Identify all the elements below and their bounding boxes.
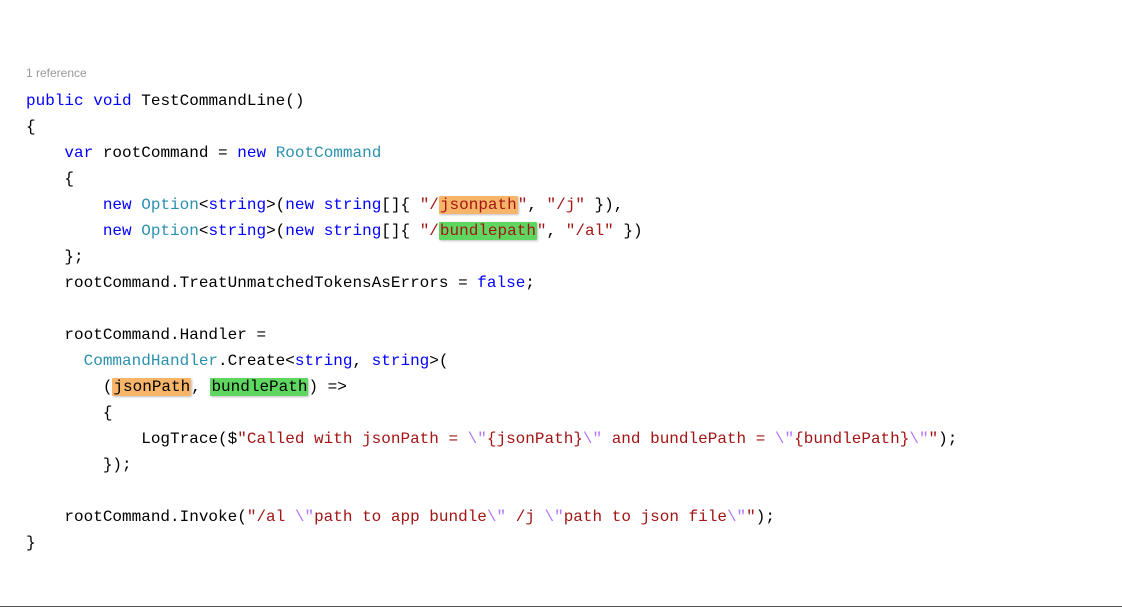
code-line[interactable]: LogTrace($"Called with jsonPath = \"{jso… [26,426,1122,452]
escape-char: \" [545,508,564,526]
string-literal: " [537,222,547,240]
bottom-border [0,606,1122,607]
code-line[interactable]: var rootCommand = new RootCommand [26,140,1122,166]
escape-char: \" [775,430,794,448]
string-literal: "/al [247,508,295,526]
string-literal: path to app bundle [314,508,487,526]
code-line[interactable]: }); [26,452,1122,478]
keyword-void: void [93,92,131,110]
method-call: LogTrace($ [141,430,237,448]
end: ); [938,430,957,448]
bracket: []{ [381,196,419,214]
code-line[interactable]: new Option<string>(new string[]{ "/jsonp… [26,192,1122,218]
arrow: ) => [308,378,346,396]
code-line[interactable]: { [26,400,1122,426]
dot: .Create< [218,352,295,370]
keyword-public: public [26,92,84,110]
string-literal: /j [506,508,544,526]
bracket: []{ [381,222,419,240]
statement: rootCommand.Handler = [64,326,266,344]
bracket: }) [614,222,643,240]
code-line[interactable]: (jsonPath, bundlePath) => [26,374,1122,400]
brace: { [26,118,36,136]
codelens-reference[interactable]: 1 reference [26,60,1122,86]
var-name: rootCommand [103,144,209,162]
code-line[interactable]: rootCommand.Invoke("/al \"path to app bu… [26,504,1122,530]
code-line[interactable]: CommandHandler.Create<string, string>( [26,348,1122,374]
string-literal: "/j" [547,196,585,214]
code-editor[interactable]: 1 reference public void TestCommandLine(… [0,0,1122,556]
method-call: rootCommand.Invoke( [64,508,246,526]
code-line[interactable]: { [26,166,1122,192]
string-literal: {jsonPath} [487,430,583,448]
string-literal: " [518,196,528,214]
keyword-string: string [324,222,382,240]
escape-char: \" [727,508,746,526]
highlight-jsonpath: jsonpath [439,196,518,214]
brace: { [103,404,113,422]
code-line[interactable]: rootCommand.TreatUnmatchedTokensAsErrors… [26,270,1122,296]
code-line[interactable]: } [26,530,1122,556]
code-line[interactable]: public void TestCommandLine() [26,88,1122,114]
blank-line [26,478,1122,504]
keyword-false: false [477,274,525,292]
brace: { [64,170,74,188]
escape-char: \" [583,430,602,448]
keyword-string: string [208,196,266,214]
escape-char: \" [487,508,506,526]
string-literal: {bundlePath} [794,430,909,448]
string-literal: " [929,430,939,448]
bracket: }), [585,196,623,214]
keyword-string: string [208,222,266,240]
code-line[interactable]: rootCommand.Handler = [26,322,1122,348]
eq: = [208,144,237,162]
comma: , [352,352,371,370]
paren: () [285,92,304,110]
string-literal: "/al" [566,222,614,240]
statement: rootCommand.TreatUnmatchedTokensAsErrors… [64,274,477,292]
brace: } [26,534,36,552]
string-literal: "/ [420,222,439,240]
escape-char: \" [909,430,928,448]
type-option: Option [141,222,199,240]
type-name: RootCommand [276,144,382,162]
comma: , [547,222,566,240]
string-literal: and bundlePath = [602,430,775,448]
close: >( [429,352,448,370]
keyword-string: string [295,352,353,370]
blank-line [26,296,1122,322]
keyword-string: string [372,352,430,370]
escape-char: \" [468,430,487,448]
keyword-new: new [285,196,314,214]
semi: ; [525,274,535,292]
escape-char: \" [295,508,314,526]
brace: }); [103,456,132,474]
comma: , [527,196,546,214]
keyword-new: new [103,222,132,240]
method-name: TestCommandLine [141,92,285,110]
code-line[interactable]: { [26,114,1122,140]
code-line[interactable]: }; [26,244,1122,270]
keyword-new: new [103,196,132,214]
string-literal: " [746,508,756,526]
keyword-string: string [324,196,382,214]
comma: , [191,378,210,396]
string-literal: "/ [420,196,439,214]
type-option: Option [141,196,199,214]
keyword-new: new [285,222,314,240]
keyword-var: var [64,144,93,162]
highlight-bundlepath-param: bundlePath [210,378,308,396]
type-commandhandler: CommandHandler [84,352,218,370]
end: ); [756,508,775,526]
string-literal: "Called with jsonPath = [237,430,467,448]
code-line[interactable]: new Option<string>(new string[]{ "/bundl… [26,218,1122,244]
string-literal: path to json file [564,508,727,526]
brace: }; [64,248,83,266]
paren: ( [103,378,113,396]
highlight-jsonpath-param: jsonPath [112,378,191,396]
keyword-new: new [237,144,266,162]
highlight-bundlepath: bundlepath [439,222,537,240]
